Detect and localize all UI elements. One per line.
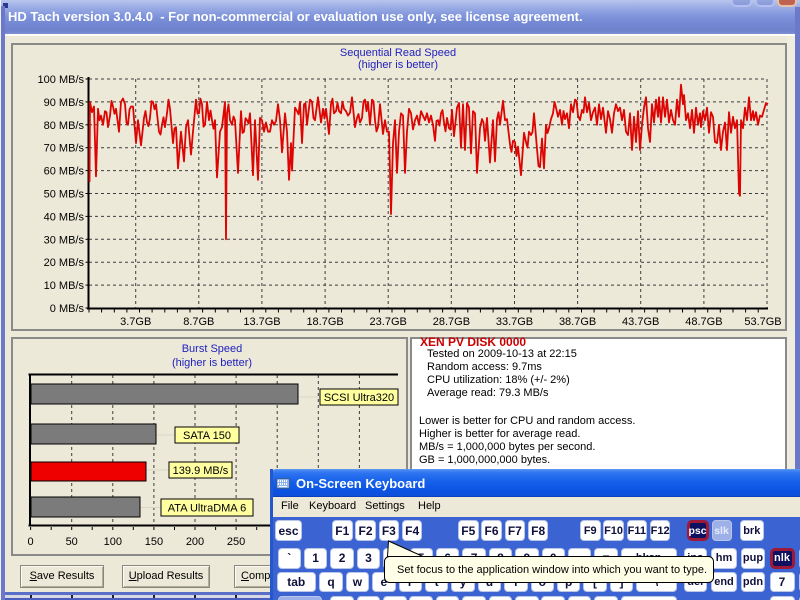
svg-text:Set focus to the application w: Set focus to the application window into… [397, 564, 707, 576]
svg-text:3.7GB: 3.7GB [120, 316, 151, 328]
svg-text:50 MB/s: 50 MB/s [44, 189, 85, 201]
svg-text:43.7GB: 43.7GB [622, 316, 659, 328]
svg-text:28.7GB: 28.7GB [433, 316, 470, 328]
svg-text:SCSI Ultra320: SCSI Ultra320 [324, 392, 394, 404]
svg-text:33.7GB: 33.7GB [496, 316, 533, 328]
svg-text:SATA 150: SATA 150 [183, 430, 231, 442]
svg-text:ATA UltraDMA 6: ATA UltraDMA 6 [168, 503, 246, 515]
svg-text:250: 250 [227, 536, 245, 548]
svg-text:23.7GB: 23.7GB [370, 316, 407, 328]
svg-text:53.7GB: 53.7GB [744, 316, 781, 328]
svg-text:200: 200 [186, 536, 204, 548]
svg-text:30 MB/s: 30 MB/s [44, 234, 85, 246]
svg-text:40 MB/s: 40 MB/s [44, 211, 85, 223]
svg-text:10 MB/s: 10 MB/s [44, 280, 85, 292]
svg-text:139.9 MB/s: 139.9 MB/s [173, 465, 229, 477]
svg-text:20 MB/s: 20 MB/s [44, 257, 85, 269]
svg-text:50: 50 [66, 536, 78, 548]
svg-text:80 MB/s: 80 MB/s [44, 120, 85, 132]
svg-text:0 MB/s: 0 MB/s [50, 303, 85, 315]
svg-text:13.7GB: 13.7GB [243, 316, 280, 328]
svg-text:70 MB/s: 70 MB/s [44, 143, 85, 155]
svg-text:38.7GB: 38.7GB [559, 316, 596, 328]
svg-text:150: 150 [145, 536, 163, 548]
svg-text:100: 100 [104, 536, 122, 548]
svg-text:48.7GB: 48.7GB [685, 316, 722, 328]
svg-text:90 MB/s: 90 MB/s [44, 97, 85, 109]
svg-text:60 MB/s: 60 MB/s [44, 166, 85, 178]
svg-text:8.7GB: 8.7GB [183, 316, 214, 328]
svg-text:0: 0 [28, 536, 34, 548]
svg-text:100 MB/s: 100 MB/s [38, 74, 85, 86]
svg-text:18.7GB: 18.7GB [306, 316, 343, 328]
